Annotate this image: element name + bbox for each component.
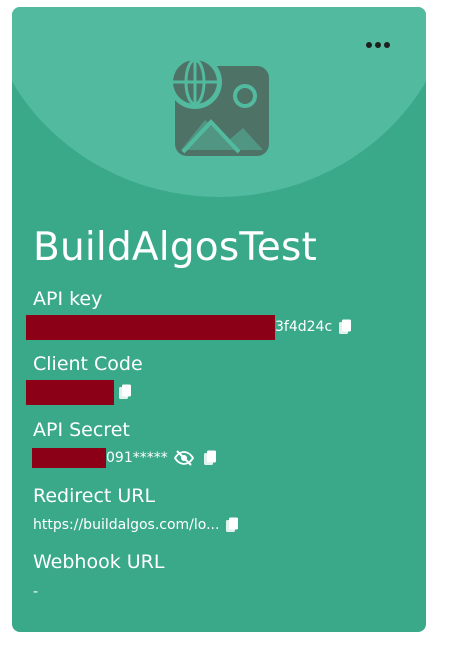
copy-icon[interactable] xyxy=(225,517,239,533)
webhook-url-label: Webhook URL xyxy=(33,551,165,573)
copy-icon[interactable] xyxy=(203,450,217,466)
copy-icon[interactable] xyxy=(118,384,132,400)
api-key-suffix: 3f4d24c xyxy=(275,319,333,335)
webhook-url-value: - xyxy=(33,584,39,600)
more-horizontal-icon xyxy=(366,42,390,48)
redacted-block xyxy=(26,379,114,405)
copy-icon[interactable] xyxy=(338,319,352,335)
client-code-value xyxy=(26,379,132,405)
redirect-url-value: https://buildalgos.com/lo... xyxy=(33,512,239,538)
redacted-block xyxy=(26,314,275,340)
api-secret-suffix: 091***** xyxy=(106,450,168,466)
client-code-label: Client Code xyxy=(33,353,143,375)
redirect-url-text: https://buildalgos.com/lo... xyxy=(33,517,220,533)
more-options-button[interactable] xyxy=(364,35,394,55)
api-secret-label: API Secret xyxy=(33,419,130,441)
eye-off-icon[interactable] xyxy=(173,450,194,466)
redacted-block xyxy=(32,448,106,468)
card-title: BuildAlgosTest xyxy=(33,225,317,270)
broker-card: BuildAlgosTest API key 3f4d24c Client Co… xyxy=(12,7,426,632)
globe-image-icon xyxy=(168,55,269,156)
redirect-url-label: Redirect URL xyxy=(33,485,156,507)
api-key-label: API key xyxy=(33,288,103,310)
api-secret-value: 091***** xyxy=(26,445,217,471)
broker-logo xyxy=(167,54,272,159)
api-key-value: 3f4d24c xyxy=(26,314,352,340)
